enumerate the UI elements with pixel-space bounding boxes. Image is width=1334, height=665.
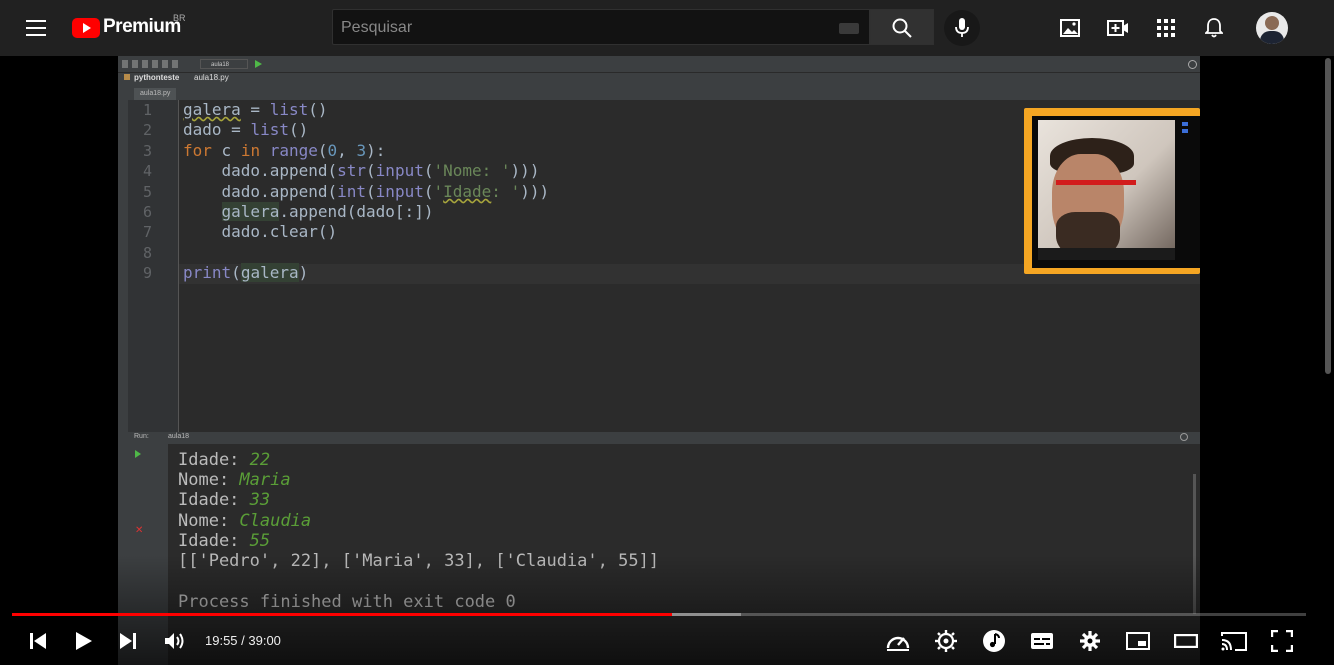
top-bar: Premium BR [0,0,1334,56]
output-result-line: [['Pedro', 22], ['Maria', 33], ['Claudia… [178,551,660,571]
process-finished-line: Process finished with exit code 0 [178,592,516,612]
hamburger-menu-icon[interactable] [22,14,50,42]
playback-speed-button[interactable] [883,626,913,656]
settings-gear-icon[interactable] [1180,433,1188,441]
stable-volume-button[interactable] [931,626,961,656]
rerun-icon[interactable] [135,450,141,458]
fullscreen-icon [1271,630,1293,652]
line-number: 2 [142,121,152,139]
close-icon[interactable]: ✕ [135,526,143,536]
run-panel-header: Run: aula18 [128,432,1200,444]
search-input[interactable] [339,18,823,38]
ide-tab-bar: aula18.py [118,86,1200,101]
tab-aula18[interactable]: aula18.py [134,88,177,100]
theater-mode-button[interactable] [1171,626,1201,656]
output-line: Idade: 55 [178,531,271,551]
console-scrollbar[interactable] [1193,474,1196,614]
webcam-overlay [1024,108,1200,274]
run-label: Run: [134,433,149,440]
line-number: 6 [142,203,152,221]
run-config-select[interactable]: aula18 [200,59,248,69]
ide-toolbar: aula18 [118,56,1200,73]
output-line: Nome: Maria [178,470,291,490]
keyboard-icon[interactable] [839,23,859,34]
code-line-2: dado = list() [183,120,309,139]
time-display: 19:55 / 39:00 [205,633,281,648]
subtitles-button[interactable] [1027,626,1057,656]
code-line-7: dado.clear() [183,222,338,241]
progress-bar[interactable] [12,613,1306,616]
logo-country-code: BR [173,13,186,23]
line-number: 9 [142,264,152,282]
logo-text: Premium [103,16,181,37]
progress-played [12,613,672,616]
line-number-gutter: 1 2 3 4 5 6 7 8 9 [128,100,179,474]
code-line-6: galera.append(dado[:]) [221,202,434,221]
ide-toolbar-icons [122,60,182,68]
presenter-image [1038,120,1175,260]
search-button[interactable] [870,9,934,45]
line-number: 8 [142,244,152,262]
output-line: Nome: Claudia [178,511,312,531]
line-number: 7 [142,223,152,241]
code-line-1: galera = list() [183,100,328,119]
music-note-icon [983,630,1005,652]
breadcrumb-file[interactable]: aula18.py [194,73,229,82]
code-line-3: for c in range(0, 3): [183,141,386,160]
previous-icon [30,633,46,649]
miniplayer-icon [1126,632,1150,650]
youtube-play-logo-icon [72,18,100,38]
subtitles-icon [1031,633,1053,649]
code-line-4: dado.append(str(input('Nome: '))) [183,161,540,180]
run-icon[interactable] [255,60,262,68]
volume-button[interactable] [160,626,190,656]
apps-grid-icon[interactable] [1154,16,1178,40]
next-icon [120,633,136,649]
line-number: 4 [142,162,152,180]
fullscreen-button[interactable] [1267,626,1297,656]
stable-volume-icon [935,630,957,652]
play-button[interactable] [69,626,99,656]
search-icon [891,17,913,39]
line-number: 1 [142,101,152,119]
create-video-icon[interactable] [1106,16,1130,40]
cast-icon [1221,632,1247,651]
notifications-bell-icon[interactable] [1202,16,1226,40]
project-name[interactable]: pythonteste [134,73,179,82]
voice-search-button[interactable] [944,10,980,46]
folder-icon [124,74,130,80]
video-player[interactable]: aula18 pythonteste aula18.py aula18.py 1… [118,56,1200,665]
line-number: 3 [142,142,152,160]
code-line-9: print(galera) [183,263,309,282]
page-scrollbar[interactable] [1322,56,1334,665]
page-scrollbar-thumb[interactable] [1325,58,1331,374]
next-button[interactable] [113,626,143,656]
search-box [332,9,870,45]
play-icon [76,632,92,650]
ide-search-icon[interactable] [1188,60,1197,69]
volume-icon [165,633,184,649]
speedometer-icon [886,636,910,651]
account-avatar[interactable] [1256,12,1288,44]
cast-button[interactable] [1219,626,1249,656]
output-line: Idade: 22 [178,450,271,470]
previous-button[interactable] [23,626,53,656]
microphone-icon [952,17,972,39]
output-line: Idade: 33 [178,490,271,510]
ide-breadcrumbs: pythonteste aula18.py [118,73,1200,86]
theater-mode-icon [1174,634,1198,648]
gear-icon [1080,631,1100,651]
run-tab[interactable]: aula18 [168,433,189,440]
image-upload-icon[interactable] [1058,16,1082,40]
settings-button[interactable] [1075,626,1105,656]
miniplayer-button[interactable] [1123,626,1153,656]
ide-tool-strip [118,100,128,665]
line-number: 5 [142,183,152,201]
code-line-5: dado.append(int(input('Idade: '))) [183,182,550,201]
music-button[interactable] [979,626,1009,656]
